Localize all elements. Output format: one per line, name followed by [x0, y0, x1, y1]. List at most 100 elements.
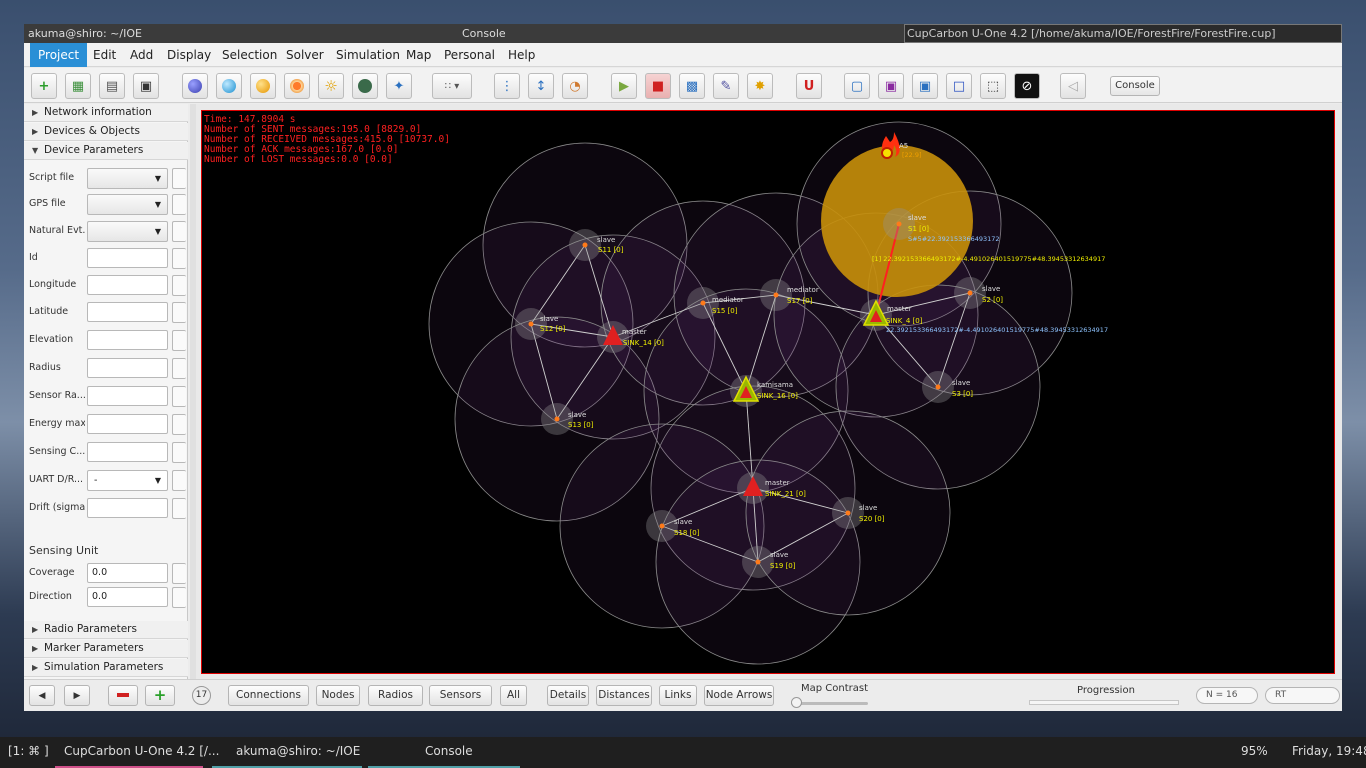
energy-max-field[interactable]: [87, 414, 168, 434]
all-button[interactable]: All: [500, 685, 527, 706]
add-media-sensor-icon[interactable]: [284, 73, 310, 99]
side-button[interactable]: [172, 248, 186, 269]
section-radio-parameters[interactable]: ▶ Radio Parameters: [24, 621, 188, 639]
open-project-icon[interactable]: ▦: [65, 73, 91, 99]
save-icon[interactable]: ▣: [133, 73, 159, 99]
menu-add[interactable]: Add: [122, 43, 161, 67]
side-button[interactable]: [172, 330, 186, 351]
side-button[interactable]: [172, 587, 186, 608]
side-button[interactable]: [172, 194, 186, 215]
node-arrows-button[interactable]: Node Arrows: [704, 685, 774, 706]
add-marker-icon[interactable]: ✦: [386, 73, 412, 99]
side-button[interactable]: [172, 563, 186, 584]
vertical-arrow-icon[interactable]: ↕: [528, 73, 554, 99]
pie-icon[interactable]: ◔: [562, 73, 588, 99]
coverage-field[interactable]: 0.0: [87, 563, 168, 583]
map-canvas[interactable]: Time: 147.8904 s Number of SENT messages…: [201, 110, 1335, 674]
menu-display[interactable]: Display: [159, 43, 219, 67]
side-button[interactable]: [172, 302, 186, 323]
menu-solver[interactable]: Solver: [278, 43, 332, 67]
elevation-field[interactable]: [87, 330, 168, 350]
sensors-button[interactable]: Sensors: [429, 685, 492, 706]
direction-field[interactable]: 0.0: [87, 587, 168, 607]
menu-personal[interactable]: Personal: [436, 43, 503, 67]
magnet-icon[interactable]: U: [796, 73, 822, 99]
side-button[interactable]: [172, 168, 186, 189]
drift-field[interactable]: [87, 498, 168, 518]
details-button[interactable]: Details: [547, 685, 589, 706]
menu-help[interactable]: Help: [500, 43, 543, 67]
graph-icon[interactable]: ▩: [679, 73, 705, 99]
side-button[interactable]: [172, 414, 186, 435]
play-icon[interactable]: ▶: [611, 73, 637, 99]
select-icon[interactable]: ▢: [844, 73, 870, 99]
connections-button[interactable]: Connections: [228, 685, 309, 706]
taskbar-console[interactable]: Console: [425, 744, 473, 758]
console-button[interactable]: Console: [1110, 76, 1160, 96]
section-network-information[interactable]: ▶ Network information: [24, 104, 188, 122]
section-simulation-parameters[interactable]: ▶ Simulation Parameters: [24, 659, 188, 677]
id-field[interactable]: [87, 248, 168, 268]
side-button[interactable]: [172, 498, 186, 519]
select-radio-icon[interactable]: ▣: [878, 73, 904, 99]
section-marker-parameters[interactable]: ▶ Marker Parameters: [24, 640, 188, 658]
radios-button[interactable]: Radios: [368, 685, 423, 706]
side-button[interactable]: [172, 386, 186, 407]
natural-event-select[interactable]: ▼: [87, 221, 168, 242]
select-area-icon[interactable]: □: [946, 73, 972, 99]
longitude-field[interactable]: [87, 275, 168, 295]
menu-edit[interactable]: Edit: [85, 43, 124, 67]
fire-sensor-icon[interactable]: [881, 147, 893, 159]
menu-map[interactable]: Map: [398, 43, 439, 67]
side-button[interactable]: [172, 275, 186, 296]
add-weather-icon[interactable]: ☼: [318, 73, 344, 99]
add-gas-icon[interactable]: [352, 73, 378, 99]
side-button[interactable]: [172, 470, 186, 491]
invert-icon[interactable]: ⊘: [1014, 73, 1040, 99]
workspace-indicator[interactable]: [1: ⌘ ]: [8, 744, 49, 758]
nodes-button[interactable]: Nodes: [316, 685, 360, 706]
map-contrast-knob[interactable]: [791, 697, 802, 708]
random-nodes-dropdown[interactable]: ∷ ▾: [432, 73, 472, 99]
menu-project[interactable]: Project: [30, 43, 88, 67]
select-dashed-icon[interactable]: ⬚: [980, 73, 1006, 99]
menu-selection[interactable]: Selection: [214, 43, 285, 67]
latitude-field[interactable]: [87, 302, 168, 322]
script-file-select[interactable]: ▼: [87, 168, 168, 189]
section-devices-objects[interactable]: ▶ Devices & Objects: [24, 123, 188, 141]
magic-wand-icon[interactable]: ✸: [747, 73, 773, 99]
add-sensor-icon[interactable]: [182, 73, 208, 99]
side-button[interactable]: [172, 358, 186, 379]
rt-field[interactable]: RT: [1265, 687, 1340, 704]
remove-button[interactable]: [108, 685, 138, 706]
map-contrast-slider[interactable]: [791, 702, 868, 705]
sensor-radius-field[interactable]: [87, 386, 168, 406]
sensing-consumption-field[interactable]: [87, 442, 168, 462]
next-button[interactable]: ▶: [64, 685, 90, 706]
taskbar-terminal[interactable]: akuma@shiro: ~/IOE: [236, 744, 360, 758]
disabled-icon[interactable]: ◁: [1060, 73, 1086, 99]
select-sensor-icon[interactable]: ▣: [912, 73, 938, 99]
side-button[interactable]: [172, 442, 186, 463]
vertical-line-icon[interactable]: ⋮: [494, 73, 520, 99]
side-button[interactable]: [172, 221, 186, 242]
folder-icon[interactable]: ▤: [99, 73, 125, 99]
section-device-parameters[interactable]: ▼ Device Parameters: [24, 142, 188, 160]
menu-simulation[interactable]: Simulation: [328, 43, 408, 67]
chevron-right-icon: ▶: [32, 108, 39, 117]
add-button[interactable]: +: [145, 685, 175, 706]
app-titlebar[interactable]: CupCarbon U-One 4.2 [/home/akuma/IOE/For…: [904, 24, 1342, 43]
terminal-titlebar[interactable]: akuma@shiro: ~/IOE Console: [24, 24, 904, 43]
new-project-icon[interactable]: +: [31, 73, 57, 99]
stop-icon[interactable]: ■: [645, 73, 671, 99]
radius-field[interactable]: [87, 358, 168, 378]
distances-button[interactable]: Distances: [596, 685, 652, 706]
taskbar-cupcarbon[interactable]: CupCarbon U-One 4.2 [/...: [64, 744, 219, 758]
prev-button[interactable]: ◀: [29, 685, 55, 706]
chart-edit-icon[interactable]: ✎: [713, 73, 739, 99]
links-button[interactable]: Links: [659, 685, 697, 706]
add-base-station-icon[interactable]: [250, 73, 276, 99]
uart-select[interactable]: - ▼: [87, 470, 168, 491]
gps-file-select[interactable]: ▼: [87, 194, 168, 215]
add-mobile-icon[interactable]: [216, 73, 242, 99]
